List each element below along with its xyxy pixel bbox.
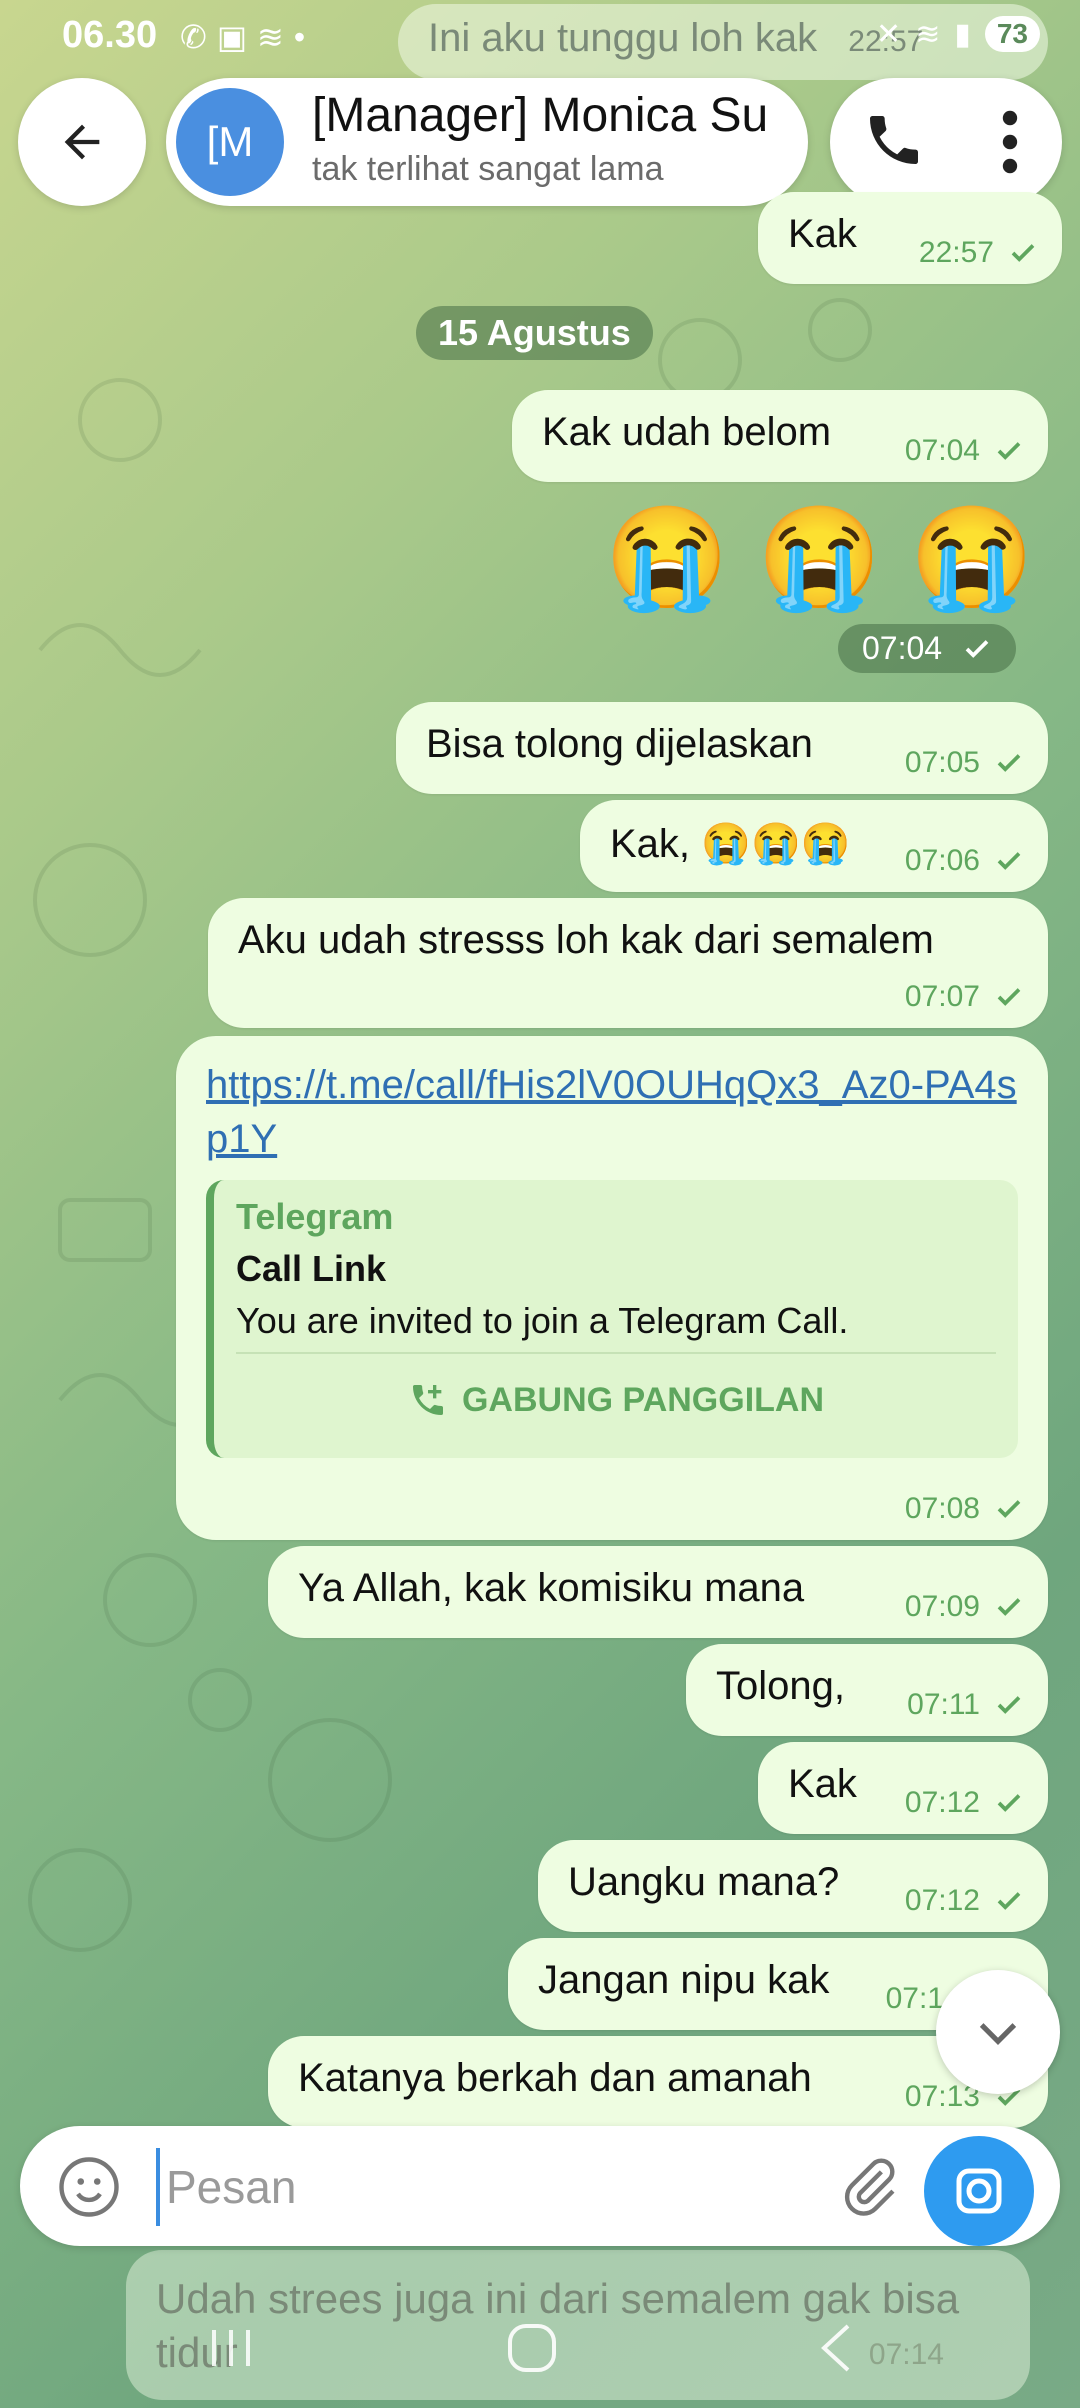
faded-message-top: Ini aku tunggu loh kak 22:57 xyxy=(398,4,1048,80)
status-time: 06.30 xyxy=(62,14,158,56)
message-bubble[interactable]: Kak 22:57 xyxy=(758,192,1062,284)
shopee-icon: ▣ xyxy=(216,19,258,55)
message-meta: 07:05 xyxy=(905,746,1024,780)
message-time: 22:57 xyxy=(918,236,994,269)
message-composer xyxy=(20,2126,1060,2246)
message-meta: 07:1 xyxy=(886,1982,944,2016)
message-bubble[interactable]: Tolong, 07:11 xyxy=(686,1644,1048,1736)
nav-back-icon[interactable] xyxy=(814,2322,858,2374)
message-meta: 07:11 xyxy=(907,1688,1024,1722)
emoji-message[interactable]: 😭 😭 😭 xyxy=(605,500,1034,617)
check-icon xyxy=(997,442,1021,460)
recents-icon[interactable] xyxy=(206,2326,256,2370)
notification-icons: ✆▣≋• xyxy=(180,18,315,56)
message-meta: 22:57 xyxy=(919,236,1038,270)
phone-icon[interactable] xyxy=(862,108,926,172)
message-bubble[interactable]: Ya Allah, kak komisiku mana 07:09 xyxy=(268,1546,1048,1638)
message-time: 07:11 xyxy=(907,1688,980,1721)
message-text: Ya Allah, kak komisiku mana xyxy=(298,1566,805,1610)
dot-icon: • xyxy=(293,19,316,55)
message-meta: 07:08 xyxy=(905,1492,1024,1526)
chevron-down-icon xyxy=(979,2023,1017,2045)
message-text: Kak udah belom xyxy=(542,410,832,454)
message-text: Kak xyxy=(788,1762,857,1806)
message-time: 07:06 xyxy=(904,844,980,877)
message-text: Jangan nipu kak xyxy=(538,1958,830,2002)
add-call-icon xyxy=(412,1385,443,1415)
message-bubble[interactable]: Uangku mana? 07:12 xyxy=(538,1840,1048,1932)
preview-description: You are invited to join a Telegram Call. xyxy=(236,1300,849,1341)
call-link-message[interactable]: https://t.me/call/fHis2lV0OUHqQx3_Az0-PA… xyxy=(176,1036,1048,1540)
message-text: Tolong, xyxy=(716,1664,845,1708)
whatsapp-icon: ✆ xyxy=(180,19,217,55)
wifi-icon: ≋ xyxy=(257,19,294,55)
date-separator: 15 Agustus xyxy=(416,306,653,360)
emoji-icon[interactable] xyxy=(56,2154,122,2220)
message-text: Uangku mana? xyxy=(568,1860,840,1904)
header-actions xyxy=(830,78,1062,206)
message-time: 07:05 xyxy=(904,746,980,779)
message-meta: 07:12 xyxy=(905,1884,1024,1918)
scroll-down-button[interactable] xyxy=(936,1970,1060,2094)
preview-divider xyxy=(236,1352,996,1354)
message-meta: 07:04 xyxy=(905,434,1024,468)
message-time: 07:09 xyxy=(904,1590,980,1623)
check-icon xyxy=(965,639,989,658)
message-text: Aku udah stresss loh kak dari semalem xyxy=(238,918,934,962)
camera-icon xyxy=(956,2168,1002,2214)
check-icon xyxy=(997,1500,1021,1518)
preview-site-name: Telegram xyxy=(236,1196,394,1237)
message-bubble[interactable]: Bisa tolong dijelaskan 07:05 xyxy=(396,702,1048,794)
message-time: 07:12 xyxy=(904,1786,980,1819)
join-call-label: GABUNG PANGGILAN xyxy=(461,1380,825,1419)
chat-header[interactable]: [M [Manager] Monica Su tak terlihat sang… xyxy=(166,78,808,206)
message-bubble[interactable]: Kak, 😭😭😭 07:06 xyxy=(580,800,1048,892)
check-icon xyxy=(997,754,1021,772)
emoji-message-time-chip: 07:04 xyxy=(838,624,1017,673)
arrow-left-icon xyxy=(64,124,100,160)
message-input[interactable] xyxy=(156,2148,838,2226)
message-text: Katanya berkah dan amanah xyxy=(298,2056,812,2100)
chat-title: [Manager] Monica Su xyxy=(312,89,769,142)
message-meta: 07:12 xyxy=(905,1786,1024,1820)
message-bubble[interactable]: Aku udah stresss loh kak dari semalem 07… xyxy=(208,898,1048,1028)
message-time: 07:08 xyxy=(904,1492,980,1525)
message-text: Bisa tolong dijelaskan xyxy=(426,722,813,766)
check-icon xyxy=(997,1794,1021,1812)
check-icon xyxy=(997,1696,1021,1714)
home-icon[interactable] xyxy=(504,2320,560,2376)
paperclip-icon[interactable] xyxy=(836,2154,902,2220)
message-bubble[interactable]: Katanya berkah dan amanah 07:13 xyxy=(268,2036,1048,2128)
check-icon xyxy=(1011,244,1035,262)
message-text: Kak xyxy=(788,212,857,256)
check-icon xyxy=(997,1598,1021,1616)
faded-message-top-text: Ini aku tunggu loh kak xyxy=(428,16,818,60)
link-preview[interactable]: Telegram Call Link You are invited to jo… xyxy=(206,1180,1018,1458)
message-time: 07:04 xyxy=(862,630,943,666)
message-time: 07:07 xyxy=(904,980,980,1013)
avatar[interactable]: [M xyxy=(176,88,284,196)
message-time: 07:04 xyxy=(904,434,980,467)
join-call-button[interactable]: GABUNG PANGGILAN xyxy=(214,1380,1018,1420)
message-meta: 07:06 xyxy=(905,844,1024,878)
camera-button[interactable] xyxy=(924,2136,1034,2246)
preview-title: Call Link xyxy=(236,1248,387,1289)
faded-message-top-time: 22:57 xyxy=(848,25,924,58)
message-time: 07:12 xyxy=(904,1884,980,1917)
check-icon xyxy=(997,988,1021,1006)
back-button[interactable] xyxy=(18,78,146,206)
message-text: Kak, 😭😭😭 xyxy=(610,822,851,866)
message-bubble[interactable]: Kak 07:12 xyxy=(758,1742,1048,1834)
message-time: 07:1 xyxy=(885,1982,944,2015)
check-icon xyxy=(997,852,1021,870)
message-bubble[interactable]: Kak udah belom 07:04 xyxy=(512,390,1048,482)
check-icon xyxy=(997,1892,1021,1910)
call-link-url[interactable]: https://t.me/call/fHis2lV0OUHqQx3_Az0-PA… xyxy=(206,1058,1018,1166)
message-meta: 07:09 xyxy=(905,1590,1024,1624)
system-nav-bar xyxy=(0,2290,1080,2408)
chat-last-seen: tak terlihat sangat lama xyxy=(312,150,664,188)
more-vertical-icon[interactable] xyxy=(990,106,1030,178)
message-meta: 07:07 xyxy=(905,980,1024,1014)
